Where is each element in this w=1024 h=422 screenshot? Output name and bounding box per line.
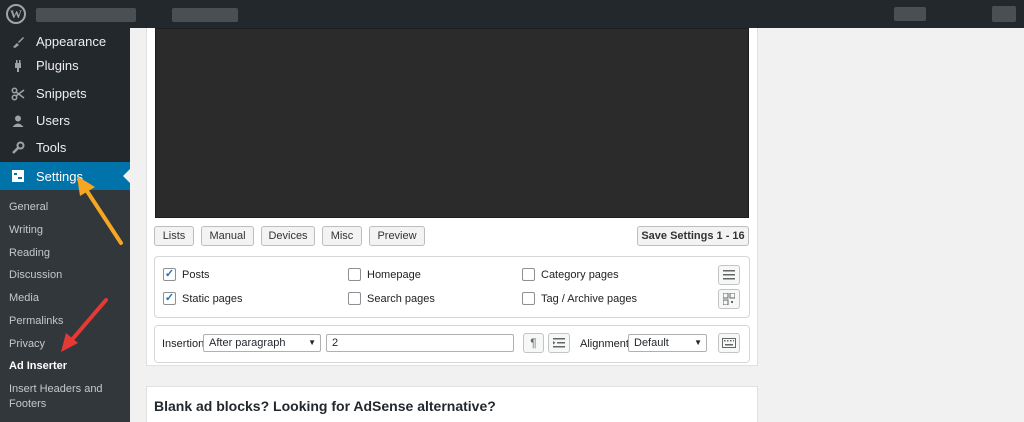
- orange-annotation-arrow: [77, 176, 123, 245]
- red-annotation-arrow: [61, 298, 108, 352]
- annotation-arrows: [61, 176, 123, 352]
